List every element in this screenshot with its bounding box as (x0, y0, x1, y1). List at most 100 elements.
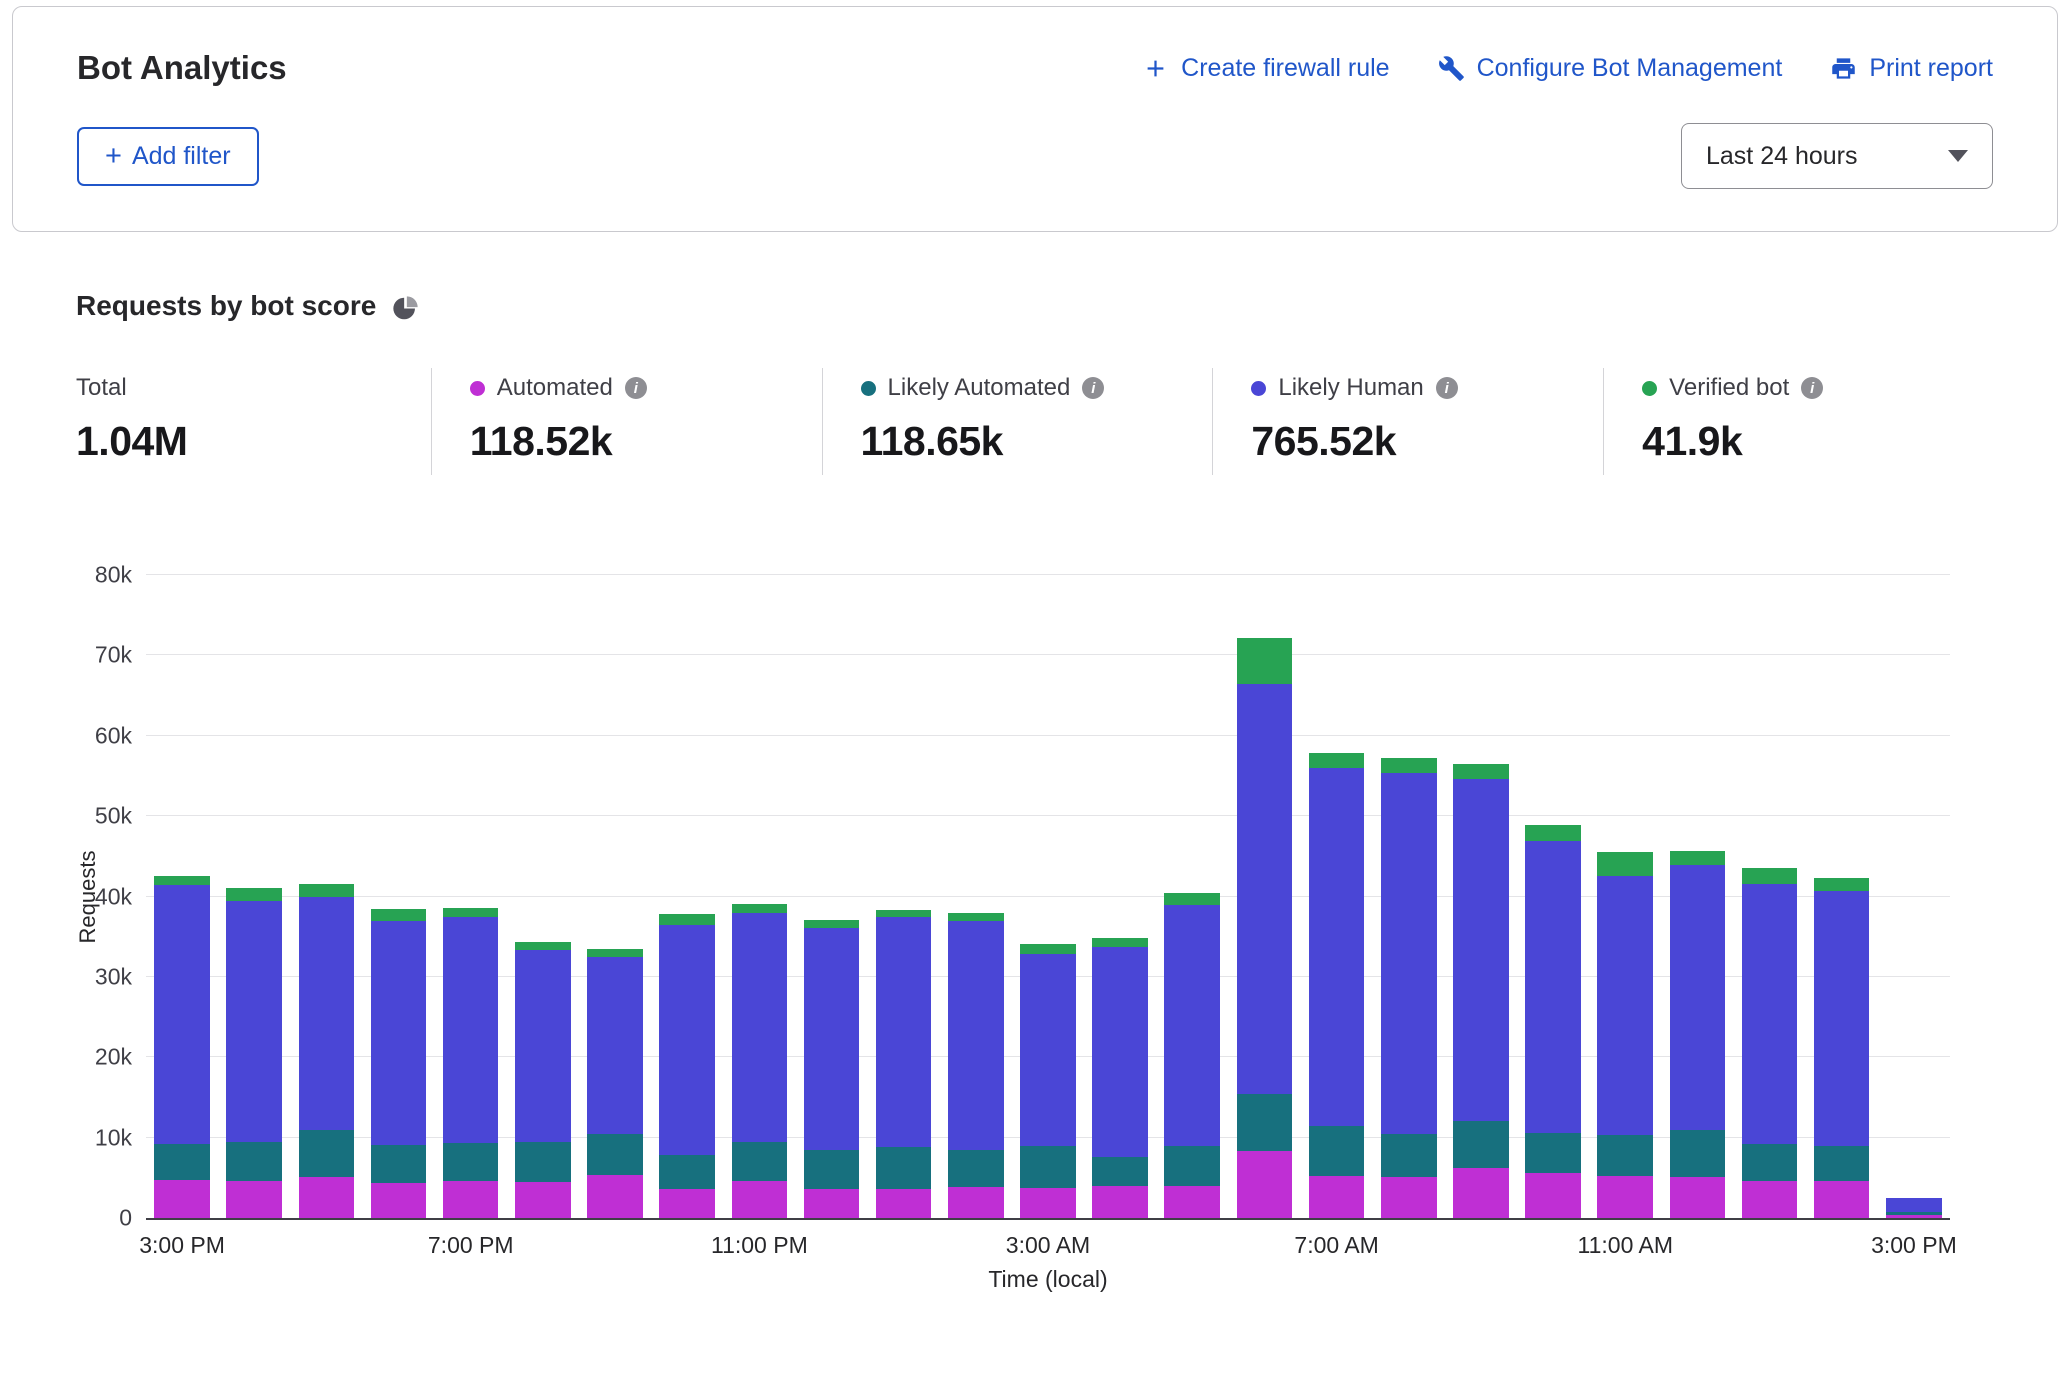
segment-likely-automated (732, 1142, 788, 1181)
link-configure-bot-management[interactable]: Configure Bot Management (1438, 54, 1783, 83)
segment-automated (371, 1183, 427, 1218)
wrench-icon (1438, 55, 1465, 82)
y-tick-label: 60k (95, 722, 132, 749)
bar-19-10-00-am (1517, 575, 1589, 1218)
segment-automated (226, 1181, 282, 1218)
page-title: Bot Analytics (77, 49, 287, 87)
y-tick-label: 0 (119, 1205, 132, 1232)
segment-verified-bot (804, 920, 860, 928)
x-tick-label: 7:00 AM (1294, 1232, 1378, 1259)
stacked-bar (732, 575, 788, 1218)
info-icon[interactable]: i (1801, 377, 1823, 399)
info-icon[interactable]: i (625, 377, 647, 399)
printer-icon (1830, 55, 1857, 82)
stacked-bar (659, 575, 715, 1218)
stacked-bar (1453, 575, 1509, 1218)
bar-20-11-00-am (1589, 575, 1661, 1218)
segment-verified-bot (1164, 893, 1220, 905)
legend-dot (861, 381, 876, 396)
bar-7-10-00-pm (651, 575, 723, 1218)
segment-likely-automated (1092, 1157, 1148, 1186)
stacked-bar (1164, 575, 1220, 1218)
stacked-bar (1309, 575, 1365, 1218)
plus-icon (1142, 55, 1169, 82)
segment-likely-automated (1237, 1094, 1293, 1150)
stat-value: 765.52k (1251, 418, 1603, 465)
segment-likely-human (804, 928, 860, 1150)
segment-likely-human (1381, 773, 1437, 1134)
segment-automated (1237, 1151, 1293, 1219)
bar-9-12-00-am (795, 575, 867, 1218)
stacked-bar (1814, 575, 1870, 1218)
bar-5-8-00-pm (507, 575, 579, 1218)
bar-14-5-00-am (1156, 575, 1228, 1218)
segment-likely-human (1886, 1198, 1942, 1212)
requests-section: Requests by bot score Total 1.04M Automa… (0, 290, 2070, 1293)
segment-verified-bot (154, 876, 210, 885)
segment-likely-human (443, 917, 499, 1143)
add-filter-button[interactable]: + Add filter (77, 127, 259, 186)
segment-likely-automated (1597, 1135, 1653, 1176)
stacked-bar (876, 575, 932, 1218)
bar-11-2-00-am (940, 575, 1012, 1218)
bar-3-6-00-pm (362, 575, 434, 1218)
stacked-bar (299, 575, 355, 1218)
x-axis-labels: 3:00 PM7:00 PM11:00 PM3:00 AM7:00 AM11:0… (146, 1220, 1950, 1266)
segment-automated (732, 1181, 788, 1218)
segment-verified-bot (443, 908, 499, 918)
segment-likely-human (1525, 841, 1581, 1133)
stacked-bar (226, 575, 282, 1218)
stat-likely-human: Likely Humani765.52k (1212, 368, 1603, 475)
bar-13-4-00-am (1084, 575, 1156, 1218)
bar-8-11-00-pm (723, 575, 795, 1218)
segment-verified-bot (1092, 938, 1148, 947)
stat-label-row: Automatedi (470, 374, 822, 402)
segment-automated (1309, 1176, 1365, 1218)
section-title: Requests by bot score (76, 290, 376, 322)
link-create-firewall-rule[interactable]: Create firewall rule (1142, 54, 1389, 83)
segment-automated (443, 1181, 499, 1218)
segment-likely-human (1164, 905, 1220, 1147)
add-filter-label: Add filter (132, 142, 231, 171)
segment-verified-bot (371, 909, 427, 920)
segment-verified-bot (587, 949, 643, 957)
plot-area: Requests 010k20k30k40k50k60k70k80k (146, 575, 1950, 1220)
link-print-report[interactable]: Print report (1830, 54, 1993, 83)
stacked-bar (1597, 575, 1653, 1218)
stacked-bar (154, 575, 210, 1218)
segment-automated (154, 1180, 210, 1218)
y-tick-label: 40k (95, 883, 132, 910)
segment-automated (1020, 1188, 1076, 1218)
segment-likely-human (1670, 865, 1726, 1130)
stacked-bar (804, 575, 860, 1218)
segment-likely-human (371, 921, 427, 1145)
stacked-bar (443, 575, 499, 1218)
info-icon[interactable]: i (1436, 377, 1458, 399)
segment-likely-automated (1020, 1146, 1076, 1188)
bar-22-1-00-pm (1733, 575, 1805, 1218)
segment-likely-human (732, 913, 788, 1143)
header-actions: Create firewall rule Configure Bot Manage… (1142, 54, 1993, 83)
stat-label: Likely Automated (888, 374, 1071, 402)
segment-likely-automated (804, 1150, 860, 1189)
stacked-bar (1020, 575, 1076, 1218)
segment-likely-human (1309, 768, 1365, 1126)
time-range-value: Last 24 hours (1706, 142, 1858, 171)
segment-automated (515, 1182, 571, 1218)
segment-automated (1814, 1181, 1870, 1218)
link-label: Create firewall rule (1181, 54, 1389, 83)
info-icon[interactable]: i (1082, 377, 1104, 399)
segment-automated (1381, 1177, 1437, 1218)
x-axis-title: Time (local) (146, 1266, 1950, 1293)
chart: Requests 010k20k30k40k50k60k70k80k 3:00 … (76, 575, 1994, 1293)
stat-label-row: Likely Automated i (861, 374, 1213, 402)
segment-likely-human (1237, 684, 1293, 1095)
stat-label: Verified bot (1669, 374, 1789, 402)
segment-likely-automated (299, 1130, 355, 1177)
filter-row: + Add filter Last 24 hours (13, 87, 2057, 231)
segment-likely-automated (948, 1150, 1004, 1187)
bar-17-8-00-am (1373, 575, 1445, 1218)
time-range-select[interactable]: Last 24 hours (1681, 123, 1993, 189)
segment-likely-automated (876, 1147, 932, 1189)
bar-18-9-00-am (1445, 575, 1517, 1218)
